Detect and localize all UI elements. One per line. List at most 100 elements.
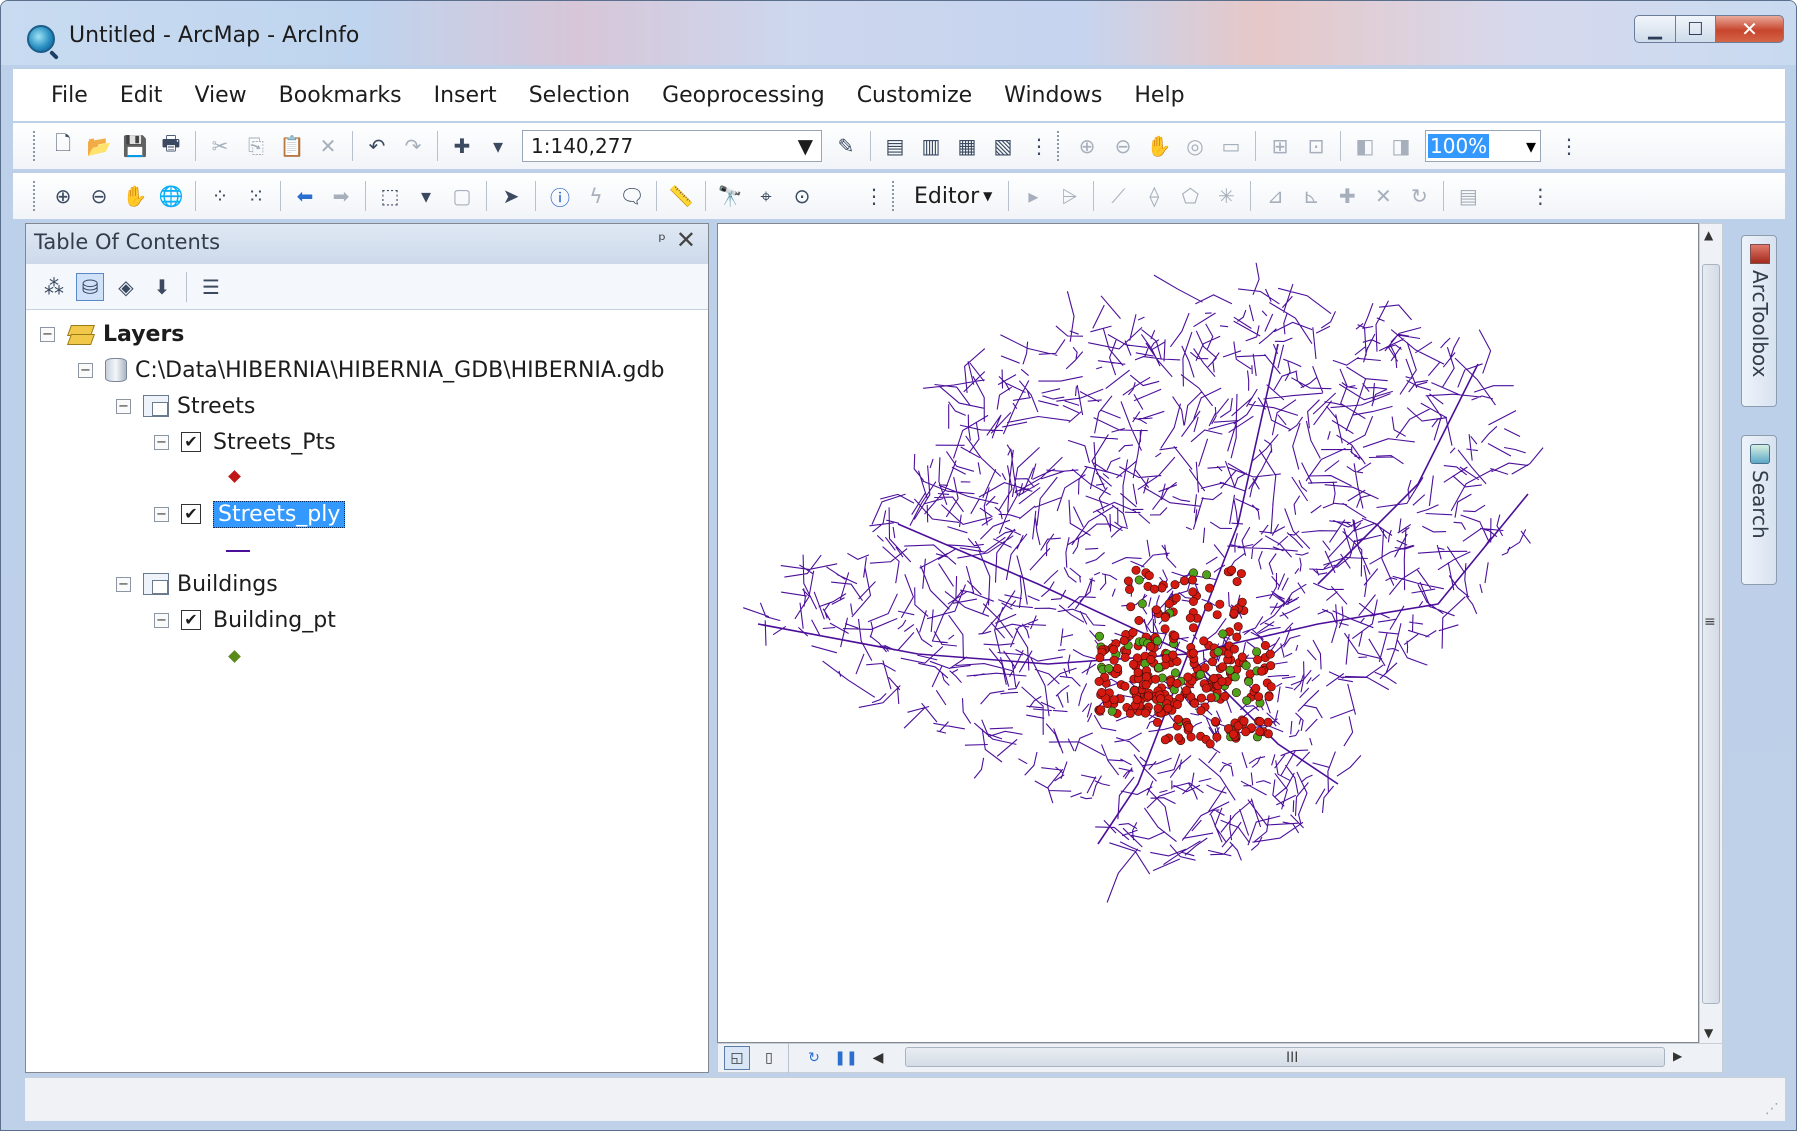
find-route-icon[interactable]: ⌖ xyxy=(752,182,780,210)
map-horizontal-scrollbar[interactable]: III ▶ xyxy=(891,1045,1691,1071)
scroll-thumb[interactable]: III xyxy=(905,1047,1665,1067)
layout-view-icon[interactable]: ▯ xyxy=(756,1046,782,1070)
toolbar-options-icon[interactable]: ⋮ xyxy=(1025,132,1053,160)
zoom-percent-combo[interactable]: 100% ▾ xyxy=(1425,130,1541,162)
open-folder-icon[interactable]: 📂 xyxy=(85,132,113,160)
pause-drawing-icon[interactable]: ❚❚ xyxy=(833,1046,859,1070)
map-view[interactable] xyxy=(717,223,1699,1043)
save-icon[interactable]: 💾 xyxy=(121,132,149,160)
toolbar-options-icon[interactable]: ⋮ xyxy=(1555,132,1583,160)
forward-extent-icon[interactable]: ◨ xyxy=(1387,132,1415,160)
tree-node-layer-building-pt[interactable]: − ✔ Building_pt xyxy=(154,604,336,636)
html-popup-icon[interactable]: 🗨 xyxy=(618,182,646,210)
search-window-icon[interactable]: ▦ xyxy=(953,132,981,160)
toolbar-grip[interactable] xyxy=(33,181,37,211)
list-by-selection-icon[interactable]: ⬇ xyxy=(148,273,176,301)
map-scale-combo[interactable]: 1:140,277 ▼ xyxy=(522,130,822,162)
editor-menu-button[interactable]: Editor ▼ xyxy=(914,184,992,209)
attributes-icon[interactable]: ↻ xyxy=(1405,182,1433,210)
pan-icon[interactable]: ✋ xyxy=(1145,132,1173,160)
collapse-toggle[interactable]: − xyxy=(154,506,169,522)
zoom-whole-page-icon[interactable]: ▭ xyxy=(1217,132,1245,160)
menu-help[interactable]: Help xyxy=(1134,83,1184,108)
editor-toolbar-icon[interactable]: ✎ xyxy=(832,132,860,160)
cut-icon[interactable]: ✂ xyxy=(206,132,234,160)
sketch-properties-icon[interactable]: ▤ xyxy=(1454,182,1482,210)
map-canvas[interactable] xyxy=(718,224,1698,1042)
chevron-down-icon[interactable]: ▾ xyxy=(1526,134,1536,158)
hyperlink-icon[interactable]: ϟ xyxy=(582,182,610,210)
clear-selection-icon[interactable]: ▢ xyxy=(448,182,476,210)
back-extent-icon[interactable]: ◧ xyxy=(1351,132,1379,160)
title-bar[interactable]: Untitled - ArcMap - ArcInfo ▁ ☐ ✕ xyxy=(1,1,1796,65)
collapse-toggle[interactable]: − xyxy=(78,362,93,378)
search-tab[interactable]: Search xyxy=(1741,435,1777,585)
edit-annotation-icon[interactable]: ⩥ xyxy=(1055,182,1083,210)
scroll-left-icon[interactable]: ◀ xyxy=(865,1046,891,1070)
fixed-zoom-in-icon[interactable]: ⁘ xyxy=(206,182,234,210)
add-data-icon[interactable]: ✚ xyxy=(448,132,476,160)
layer-visibility-checkbox[interactable]: ✔ xyxy=(181,610,201,630)
data-view-icon[interactable]: ◱ xyxy=(724,1046,750,1070)
paste-icon[interactable]: 📋 xyxy=(278,132,306,160)
minimize-button[interactable]: ▁ xyxy=(1634,15,1676,43)
toolbar-grip[interactable] xyxy=(892,181,896,211)
menu-geoprocessing[interactable]: Geoprocessing xyxy=(662,83,825,108)
scroll-up-icon[interactable]: ▲ xyxy=(1704,228,1713,242)
cut-polygons-icon[interactable]: ✚ xyxy=(1333,182,1361,210)
toolbar-options-icon[interactable]: ⋮ xyxy=(1526,182,1554,210)
straight-segment-icon[interactable]: ⟋ xyxy=(1104,182,1132,210)
list-by-drawing-order-icon[interactable]: ⁂ xyxy=(40,273,68,301)
refresh-icon[interactable]: ↻ xyxy=(801,1046,827,1070)
zoom-100-icon[interactable]: ⊞ xyxy=(1266,132,1294,160)
toolbar-options-icon[interactable]: ⋮ xyxy=(860,182,888,210)
collapse-toggle[interactable]: − xyxy=(154,612,169,628)
collapse-toggle[interactable]: − xyxy=(40,326,55,342)
forward-arrow-icon[interactable]: ➡ xyxy=(327,182,355,210)
arctoolbox-icon[interactable]: ▧ xyxy=(989,132,1017,160)
split-tool-icon[interactable]: ✳ xyxy=(1212,182,1240,210)
menu-customize[interactable]: Customize xyxy=(857,83,972,108)
rotate-icon[interactable]: ✕ xyxy=(1369,182,1397,210)
full-extent-icon[interactable]: ◎ xyxy=(1181,132,1209,160)
fixed-zoom-icon[interactable]: ⊡ xyxy=(1302,132,1330,160)
menu-insert[interactable]: Insert xyxy=(434,83,497,108)
chevron-down-icon[interactable]: ▾ xyxy=(412,182,440,210)
point-symbol-icon[interactable] xyxy=(228,470,241,483)
sketch-tools-icon[interactable]: ⬠ xyxy=(1176,182,1204,210)
identify-icon[interactable]: ⓘ xyxy=(546,182,574,210)
chevron-down-icon[interactable]: ▼ xyxy=(798,134,813,158)
edit-tool-icon[interactable]: ▸ xyxy=(1019,182,1047,210)
toolbar-grip[interactable] xyxy=(1057,131,1061,161)
resize-grip-icon[interactable]: ⋰ xyxy=(1765,1101,1779,1117)
line-symbol-icon[interactable] xyxy=(226,550,250,552)
new-document-icon[interactable]: 🗋 xyxy=(49,131,77,160)
pin-icon[interactable]: ᵖ xyxy=(658,230,666,251)
scroll-right-icon[interactable]: ▶ xyxy=(1673,1049,1682,1063)
fixed-zoom-out-icon[interactable]: ⁙ xyxy=(242,182,270,210)
close-button[interactable]: ✕ xyxy=(1716,15,1784,43)
zoom-out-fixed-icon[interactable]: ⊖ xyxy=(1109,132,1137,160)
edit-vertices-icon[interactable]: ⊿ xyxy=(1261,182,1289,210)
arctoolbox-tab[interactable]: ArcToolbox xyxy=(1741,235,1777,407)
menu-view[interactable]: View xyxy=(194,83,246,108)
chevron-down-icon[interactable]: ▾ xyxy=(484,132,512,160)
full-extent-globe-icon[interactable]: 🌐 xyxy=(157,182,185,210)
back-arrow-icon[interactable]: ⬅ xyxy=(291,182,319,210)
collapse-toggle[interactable]: − xyxy=(116,398,131,414)
menu-selection[interactable]: Selection xyxy=(529,83,630,108)
trace-icon[interactable]: ⟠ xyxy=(1140,182,1168,210)
select-elements-arrow-icon[interactable]: ➤ xyxy=(497,182,525,210)
point-symbol-icon[interactable] xyxy=(228,650,241,663)
list-by-visibility-icon[interactable]: ◈ xyxy=(112,273,140,301)
go-to-xy-icon[interactable]: ⊙ xyxy=(788,182,816,210)
tree-node-layer-streets-ply[interactable]: − ✔ Streets_ply xyxy=(154,498,346,530)
catalog-window-icon[interactable]: ▥ xyxy=(917,132,945,160)
toolbar-grip[interactable] xyxy=(33,131,37,161)
menu-file[interactable]: File xyxy=(51,83,88,108)
find-binoculars-icon[interactable]: 🔭 xyxy=(716,182,744,210)
collapse-toggle[interactable]: − xyxy=(154,434,169,450)
undo-icon[interactable]: ↶ xyxy=(363,132,391,160)
menu-edit[interactable]: Edit xyxy=(120,83,163,108)
list-by-source-icon[interactable]: ⛁ xyxy=(76,272,104,301)
